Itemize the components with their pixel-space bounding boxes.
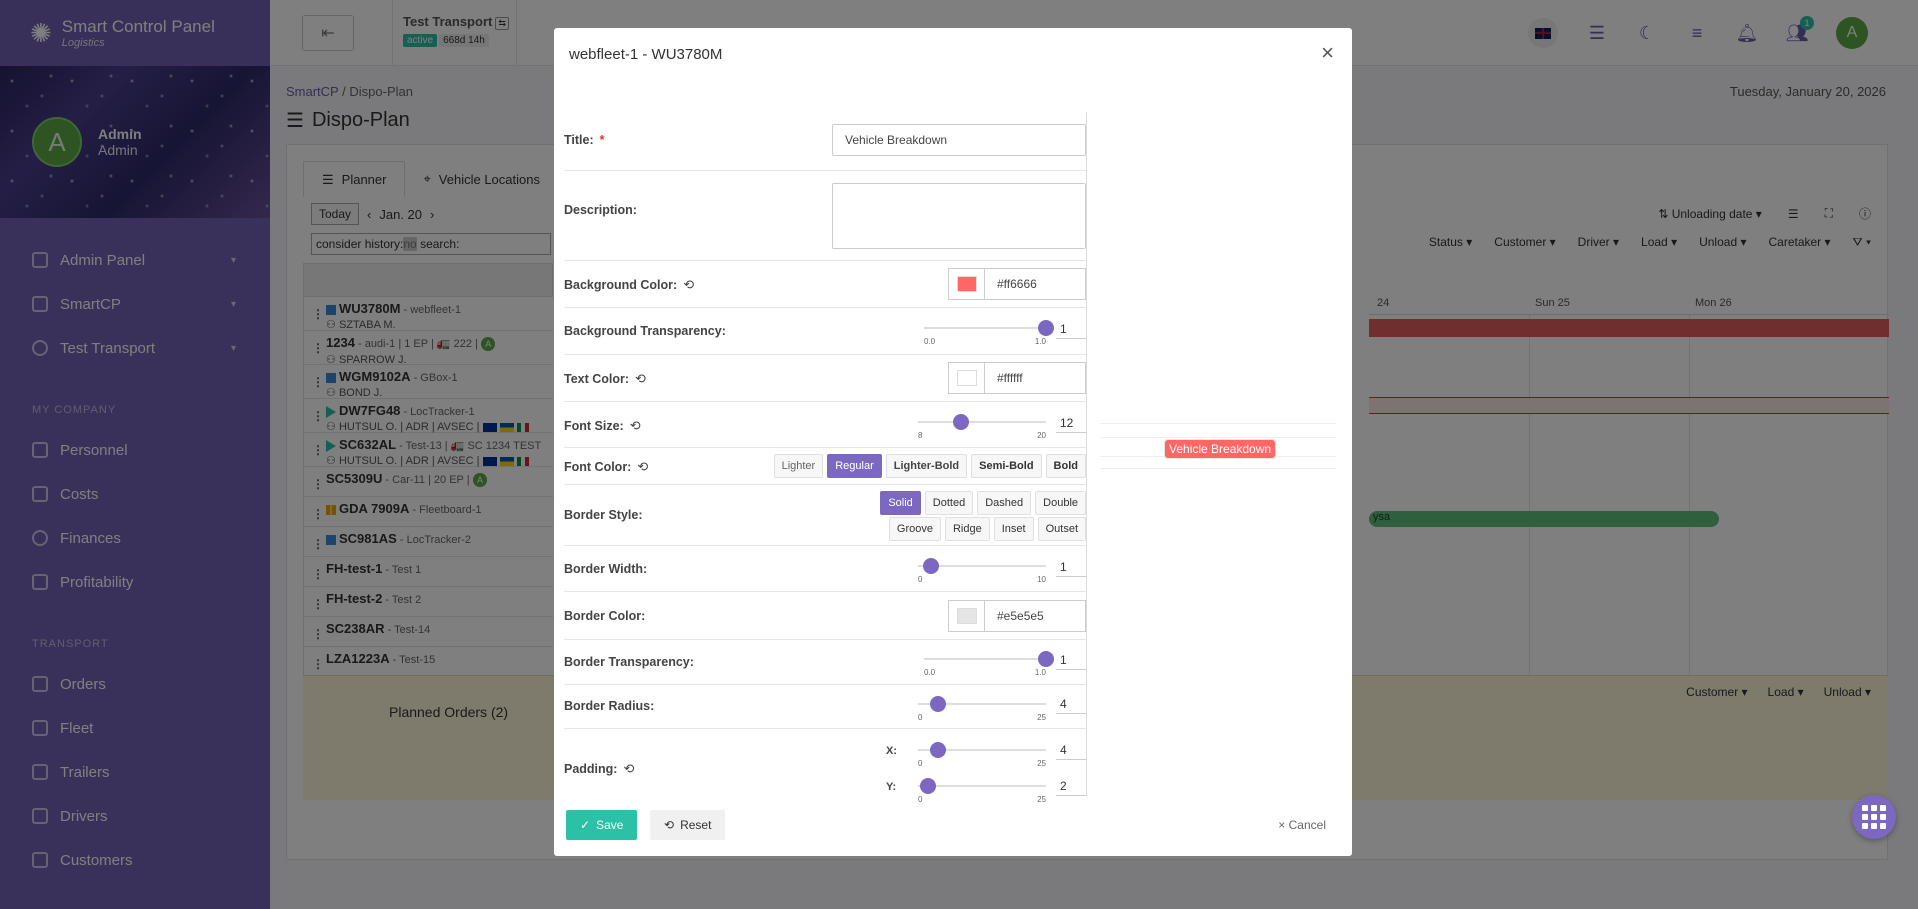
slider-handle[interactable] <box>920 778 937 794</box>
slider-handle[interactable] <box>1038 320 1054 336</box>
text-color-picker[interactable]: #ffffff <box>948 362 1086 394</box>
form-row-title: Title: * Vehicle Breakdown <box>564 116 1086 171</box>
check-icon: ✓ <box>580 818 591 832</box>
font-size-slider[interactable]: 8 20 <box>918 413 1046 441</box>
padding-y-value[interactable]: 2 <box>1056 777 1086 796</box>
style-form: Title: * Vehicle Breakdown Description: B… <box>564 116 1086 805</box>
style-preview: Vehicle Breakdown <box>1100 423 1336 469</box>
padding-y-slider[interactable]: 0 25 <box>918 777 1046 805</box>
color-swatch[interactable] <box>956 276 977 292</box>
modal-header: webfleet-1 - WU3780M × <box>554 28 1352 84</box>
bg-transparency-value[interactable]: 1 <box>1056 320 1086 339</box>
divider <box>1086 112 1087 796</box>
font-weight-lighter-bold[interactable]: Lighter-Bold <box>885 454 968 478</box>
border-width-value[interactable]: 1 <box>1056 558 1086 577</box>
padding-x-value[interactable]: 4 <box>1056 741 1086 760</box>
reset-icon[interactable]: ⟲ <box>635 371 646 387</box>
font-weight-regular[interactable]: Regular <box>827 454 882 478</box>
border-width-slider[interactable]: 0 10 <box>918 557 1046 585</box>
close-icon: × <box>1278 818 1286 832</box>
padding-x-slider[interactable]: 0 25 <box>918 741 1046 769</box>
description-textarea[interactable] <box>832 183 1086 249</box>
save-button[interactable]: ✓ Save <box>566 810 638 840</box>
edit-status-modal: webfleet-1 - WU3780M × Title: * Vehicle B… <box>554 28 1352 856</box>
reset-icon[interactable]: ⟲ <box>630 418 641 434</box>
apps-grid-button[interactable] <box>1852 795 1896 839</box>
form-row-text-color: Text Color: ⟲ #ffffff <box>564 355 1086 402</box>
border-transparency-slider[interactable]: 0.0 1.0 <box>924 650 1054 678</box>
reset-icon[interactable]: ⟲ <box>623 761 634 777</box>
form-row-font-weight: Font Color: ⟲ Lighter Regular Lighter-Bol… <box>564 448 1086 485</box>
form-row-description: Description: <box>564 171 1086 261</box>
form-row-bg-transparency: Background Transparency: 0.0 1.0 1 <box>564 308 1086 355</box>
font-weight-lighter[interactable]: Lighter <box>773 454 824 478</box>
bg-transparency-slider[interactable]: 0.0 1.0 <box>924 319 1054 347</box>
border-style-solid[interactable]: Solid <box>880 491 921 515</box>
reset-button[interactable]: ⟲ Reset <box>650 810 726 840</box>
font-weight-selector: Lighter Regular Lighter-Bold Semi-Bold B… <box>773 454 1086 478</box>
slider-handle[interactable] <box>930 696 947 712</box>
form-row-padding: Padding: ⟲ X: 0 25 4 Y: 0 25 2 <box>564 729 1086 805</box>
required-marker: * <box>599 133 605 147</box>
modal-title: webfleet-1 - WU3780M <box>569 46 723 63</box>
color-swatch[interactable] <box>956 608 977 624</box>
padding-y-label: Y: <box>886 781 897 793</box>
form-row-border-radius: Border Radius: 0 25 4 <box>564 685 1086 729</box>
modal-footer: ✓ Save ⟲ Reset × Cancel <box>566 810 1340 842</box>
preview-label: Vehicle Breakdown <box>1164 439 1277 459</box>
form-row-bg-color: Background Color: ⟲ #ff6666 <box>564 261 1086 308</box>
form-row-border-width: Border Width: 0 10 1 <box>564 546 1086 592</box>
color-swatch[interactable] <box>956 370 977 386</box>
undo-icon: ⟲ <box>664 818 675 832</box>
slider-handle[interactable] <box>1038 651 1054 667</box>
title-input[interactable]: Vehicle Breakdown <box>832 124 1086 156</box>
border-style-outset[interactable]: Outset <box>1037 517 1086 541</box>
border-style-row-1: Solid Dotted Dashed Double <box>880 491 1086 515</box>
padding-x-label: X: <box>886 745 897 757</box>
border-style-dotted[interactable]: Dotted <box>924 491 974 515</box>
border-style-groove[interactable]: Groove <box>888 517 941 541</box>
border-radius-value[interactable]: 4 <box>1056 695 1086 714</box>
border-style-ridge[interactable]: Ridge <box>944 517 990 541</box>
slider-handle[interactable] <box>922 558 939 574</box>
form-row-border-transparency: Border Transparency: 0.0 1.0 1 <box>564 640 1086 685</box>
reset-icon[interactable]: ⟲ <box>637 459 648 475</box>
font-size-value[interactable]: 12 <box>1056 414 1086 433</box>
close-icon[interactable]: × <box>1321 40 1334 66</box>
border-style-dashed[interactable]: Dashed <box>977 491 1032 515</box>
border-transparency-value[interactable]: 1 <box>1056 651 1086 670</box>
font-weight-bold[interactable]: Bold <box>1045 454 1086 478</box>
border-radius-slider[interactable]: 0 25 <box>918 695 1046 723</box>
reset-icon[interactable]: ⟲ <box>683 277 694 293</box>
slider-handle[interactable] <box>952 414 969 430</box>
bg-color-picker[interactable]: #ff6666 <box>948 268 1086 300</box>
font-weight-semi-bold[interactable]: Semi-Bold <box>971 454 1042 478</box>
form-row-border-style: Border Style: Solid Dotted Dashed Double… <box>564 485 1086 546</box>
slider-handle[interactable] <box>930 742 947 758</box>
cancel-button[interactable]: × Cancel <box>1278 818 1326 832</box>
border-style-inset[interactable]: Inset <box>993 517 1034 541</box>
border-color-picker[interactable]: #e5e5e5 <box>948 600 1086 632</box>
form-row-border-color: Border Color: #e5e5e5 <box>564 592 1086 640</box>
border-style-double[interactable]: Double <box>1035 491 1086 515</box>
form-row-font-size: Font Size: ⟲ 8 20 12 <box>564 402 1086 448</box>
border-style-row-2: Groove Ridge Inset Outset <box>888 517 1086 541</box>
